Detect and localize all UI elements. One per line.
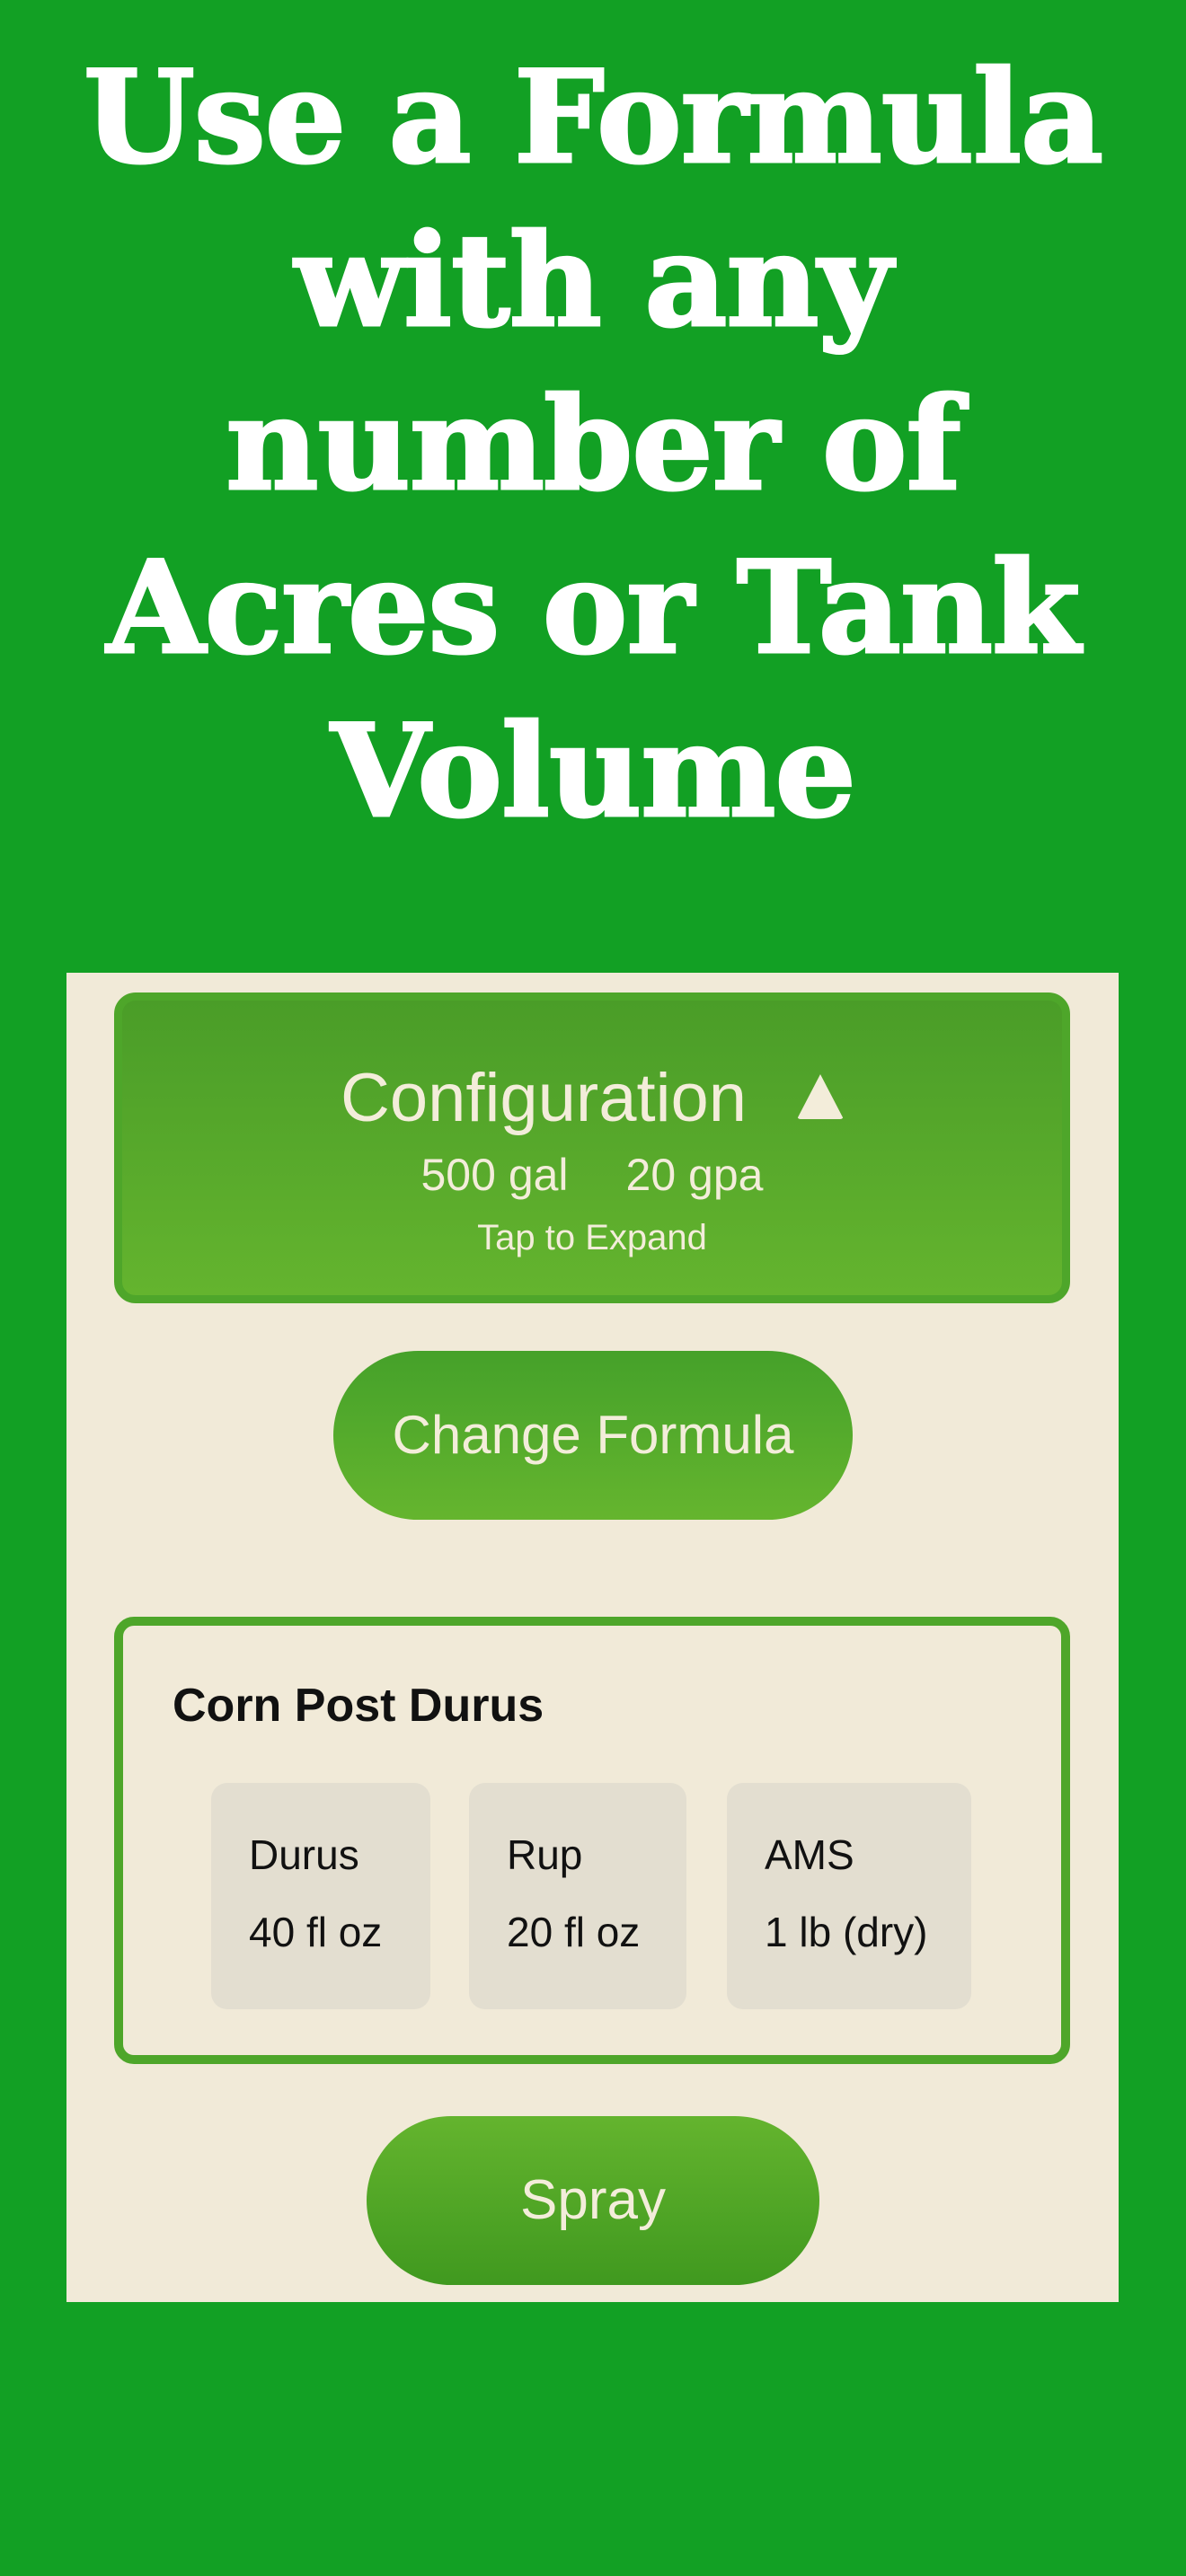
application-rate-value: 20 gpa xyxy=(625,1150,764,1200)
triangle-up-icon xyxy=(797,1074,845,1119)
spray-button[interactable]: Spray xyxy=(367,2116,819,2285)
configuration-header: Configuration xyxy=(122,1058,1062,1139)
ingredient-card-ams: AMS 1 lb (dry) xyxy=(727,1783,971,2009)
ingredient-card-durus: Durus 40 fl oz xyxy=(211,1783,430,2009)
change-formula-button[interactable]: Change Formula xyxy=(333,1351,853,1520)
configuration-title: Configuration xyxy=(340,1060,748,1136)
formula-card: Corn Post Durus Durus 40 fl oz Rup 20 fl… xyxy=(114,1617,1070,2064)
tank-volume-value: 500 gal xyxy=(420,1150,569,1200)
ingredient-name: Durus xyxy=(249,1831,359,1878)
ingredient-amount: 1 lb (dry) xyxy=(765,1909,928,1955)
ingredient-name: AMS xyxy=(765,1831,854,1878)
ingredient-amount: 20 fl oz xyxy=(507,1909,641,1955)
ingredient-amount: 40 fl oz xyxy=(249,1909,383,1955)
promo-headline: Use a Formula with any number of Acres o… xyxy=(82,42,1104,848)
formula-name: Corn Post Durus xyxy=(173,1680,544,1732)
ingredient-card-rup: Rup 20 fl oz xyxy=(469,1783,686,2009)
app-screen: Configuration 500 gal 20 gpa Tap to Expa… xyxy=(66,973,1119,2302)
configuration-summary: 500 gal 20 gpa xyxy=(122,1148,1062,1202)
ingredient-name: Rup xyxy=(507,1831,583,1878)
expand-hint: Tap to Expand xyxy=(477,1218,707,1257)
configuration-panel[interactable]: Configuration 500 gal 20 gpa Tap to Expa… xyxy=(114,992,1070,1303)
